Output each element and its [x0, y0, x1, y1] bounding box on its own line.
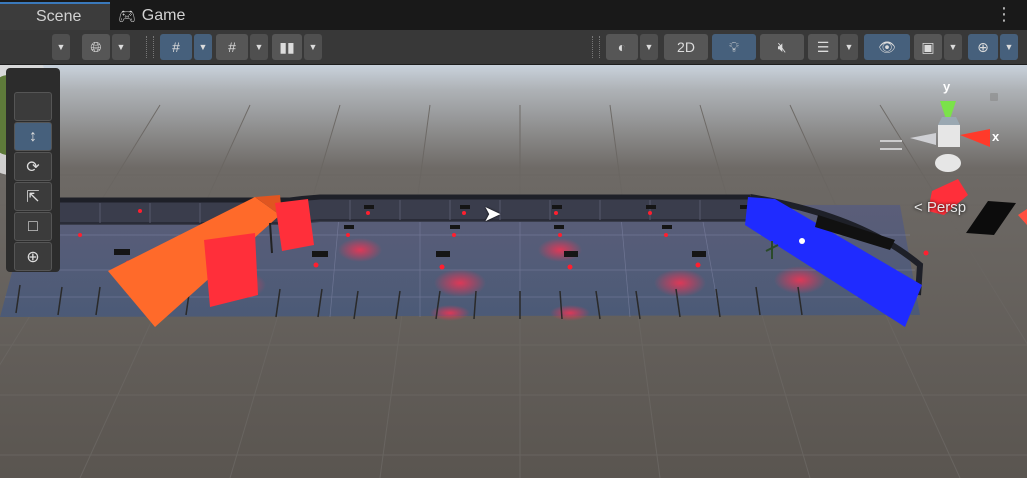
2d-toggle-label: 2D	[677, 39, 695, 55]
visibility-icon[interactable]: 👁︎	[864, 34, 910, 60]
chevron-down-icon[interactable]: ▼	[304, 34, 322, 60]
scene-toolbar: ▼ 🌐︎ ▼ # ▼ # ▼ ▮▮ ▼ ◐ ▼ 2D 💡︎ 🔇︎ ☰ ▼ 👁︎ …	[0, 30, 1027, 65]
audio-mute-icon[interactable]: 🔇︎	[760, 34, 804, 60]
scene-viewport[interactable]: y x < Persp ➤	[0, 65, 1027, 478]
gizmo-overlay-menu-icon[interactable]	[880, 140, 902, 150]
tab-game[interactable]: 🎮︎ Game	[118, 2, 208, 30]
camera-icon[interactable]: ▣	[914, 34, 942, 60]
rotate-tool-icon[interactable]: ⟳	[14, 152, 52, 181]
chevron-down-icon[interactable]: ▼	[112, 34, 130, 60]
scene-render	[0, 65, 1027, 478]
chevron-down-icon[interactable]: ▼	[194, 34, 212, 60]
toolbar-separator	[146, 36, 154, 58]
gamepad-icon: 🎮︎	[118, 7, 136, 24]
chevron-down-icon[interactable]: ▼	[840, 34, 858, 60]
2d-toggle-button[interactable]: 2D	[664, 34, 708, 60]
tool-panel: ↕ ⟳ ⇱ □ ⊕	[6, 68, 60, 272]
snap-increment-icon[interactable]: #	[216, 34, 248, 60]
axis-y-label[interactable]: y	[943, 79, 950, 94]
persp-toggle[interactable]: < Persp	[914, 199, 966, 216]
scale-tool-icon[interactable]: ⇱	[14, 182, 52, 211]
chevron-down-icon[interactable]: ▼	[1000, 34, 1018, 60]
view-tool-button[interactable]	[14, 92, 52, 121]
light-icon[interactable]: 💡︎	[712, 34, 756, 60]
move-tool-icon[interactable]: ↕	[14, 122, 52, 151]
globe-icon[interactable]: 🌐︎	[82, 34, 110, 60]
chevron-down-icon[interactable]: ▼	[944, 34, 962, 60]
tab-scene[interactable]: Scene	[0, 2, 110, 30]
window-tab-bar: Scene 🎮︎ Game ⋮	[0, 0, 1027, 30]
tab-scene-label: Scene	[36, 8, 82, 25]
kebab-menu-icon[interactable]: ⋮	[995, 4, 1013, 25]
mouse-cursor-icon: ➤	[483, 201, 502, 226]
render-mode-icon[interactable]: ◐	[606, 34, 638, 60]
tab-game-label: Game	[141, 7, 186, 24]
toolbar-separator	[592, 36, 600, 58]
grid-snap-icon[interactable]: #	[160, 34, 192, 60]
axis-x-label[interactable]: x	[992, 129, 999, 144]
ruler-icon[interactable]: ▮▮	[272, 34, 302, 60]
effects-icon[interactable]: ☰	[808, 34, 838, 60]
transform-tool-icon[interactable]: ⊕	[14, 242, 52, 271]
rect-tool-icon[interactable]: □	[14, 212, 52, 241]
chevron-down-icon[interactable]: ▼	[250, 34, 268, 60]
chevron-down-icon[interactable]: ▼	[640, 34, 658, 60]
chevron-down-icon[interactable]: ▼	[52, 34, 70, 60]
gizmo-icon[interactable]: ⊕	[968, 34, 998, 60]
